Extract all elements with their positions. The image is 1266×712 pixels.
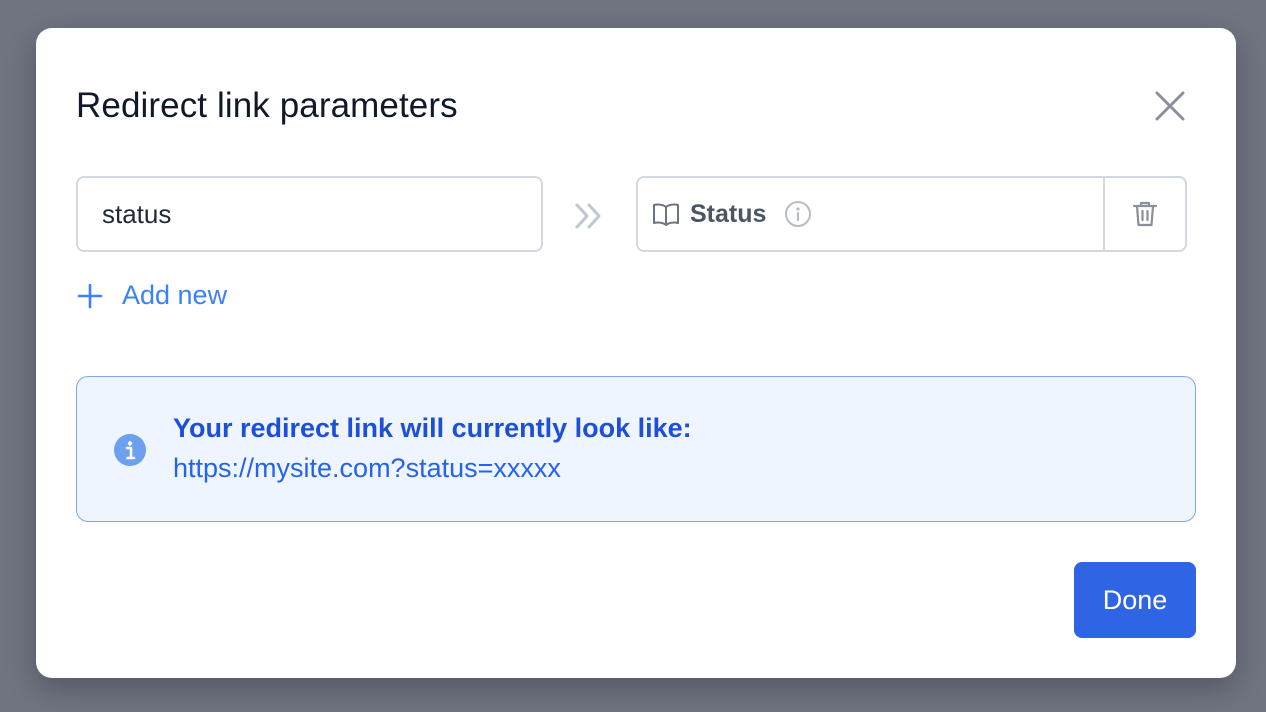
- book-icon: [653, 203, 679, 226]
- dialog-title: Redirect link parameters: [76, 86, 458, 125]
- redirect-parameters-dialog: Redirect link parameters Status: [36, 28, 1236, 678]
- add-new-button[interactable]: Add new: [76, 280, 227, 311]
- preview-url: https://mysite.com?status=xxxxx: [173, 453, 561, 483]
- plus-icon: [77, 283, 103, 308]
- redirect-preview-banner: Your redirect link will currently look l…: [76, 376, 1196, 522]
- mapped-field-button[interactable]: Status: [638, 178, 1103, 250]
- mapped-field-select: Status: [636, 176, 1187, 252]
- mapped-field-label: Status: [690, 199, 767, 228]
- close-button[interactable]: [1150, 86, 1190, 126]
- add-new-label: Add new: [122, 280, 228, 310]
- close-icon: [1155, 91, 1185, 121]
- info-icon[interactable]: [784, 200, 812, 228]
- trash-icon: [1132, 201, 1158, 227]
- info-icon: [114, 434, 146, 466]
- done-button[interactable]: Done: [1074, 562, 1196, 638]
- preview-heading: Your redirect link will currently look l…: [173, 413, 692, 443]
- double-chevron-right-icon: [575, 203, 601, 229]
- parameter-name-input[interactable]: [76, 176, 543, 252]
- delete-parameter-button[interactable]: [1103, 178, 1185, 250]
